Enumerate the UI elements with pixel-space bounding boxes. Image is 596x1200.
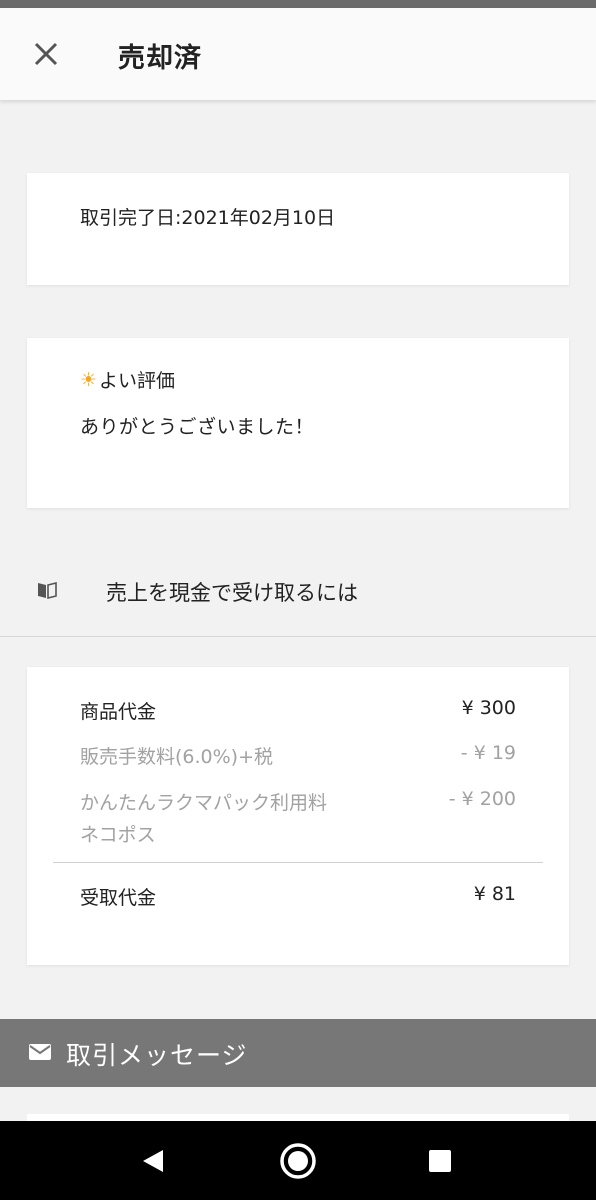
nav-home-button[interactable] (276, 1139, 320, 1183)
home-circle-icon (280, 1143, 316, 1179)
sun-icon: ☀ (80, 368, 98, 391)
mail-icon (29, 1044, 51, 1060)
divider (53, 862, 543, 863)
review-rating-label: よい評価 (99, 370, 176, 392)
sales-row-shipping: かんたんラクマパック利用料 - ¥ 200 (80, 788, 516, 815)
messages-title: 取引メッセージ (66, 1041, 248, 1070)
row-label: 販売手数料(6.0%)+税 (80, 746, 274, 768)
back-triangle-icon (143, 1150, 163, 1172)
app-bar: 売却済 (0, 8, 596, 100)
close-button[interactable] (26, 34, 66, 74)
recents-square-icon (429, 1150, 451, 1172)
shipping-method: ネコポス (80, 824, 156, 846)
row-label: 商品代金 (80, 701, 157, 723)
completed-date: 取引完了日:2021年02月10日 (80, 207, 336, 229)
sales-breakdown-card: 商品代金 ¥ 300 販売手数料(6.0%)+税 - ¥ 19 かんたんラクマパ… (27, 667, 569, 965)
row-value: - ¥ 19 (460, 742, 516, 764)
review-card: ☀ よい評価 ありがとうございました！ (27, 338, 569, 508)
system-nav-bar (0, 1121, 596, 1200)
nav-recents-button[interactable] (418, 1139, 462, 1183)
sales-row-item-price: 商品代金 ¥ 300 (80, 697, 516, 724)
transaction-date-card: 取引完了日:2021年02月10日 (27, 173, 569, 285)
status-strip (0, 0, 596, 8)
close-icon (34, 42, 58, 66)
nav-back-button[interactable] (131, 1139, 175, 1183)
book-icon (38, 581, 57, 600)
sales-row-fee: 販売手数料(6.0%)+税 - ¥ 19 (80, 742, 516, 769)
cash-withdraw-link[interactable]: 売上を現金で受け取るには (0, 545, 596, 637)
cash-withdraw-label: 売上を現金で受け取るには (106, 581, 358, 605)
row-value: - ¥ 200 (448, 788, 516, 810)
row-value: ¥ 81 (473, 883, 516, 905)
review-message: ありがとうございました！ (80, 416, 315, 438)
messages-section-header: 取引メッセージ (0, 1019, 596, 1087)
sales-row-total: 受取代金 ¥ 81 (80, 883, 516, 910)
review-rating: ☀ よい評価 (80, 366, 175, 393)
row-value: ¥ 300 (461, 697, 516, 719)
row-label: 受取代金 (80, 887, 157, 909)
row-label: かんたんラクマパック利用料 (80, 792, 328, 814)
page-title: 売却済 (118, 43, 202, 74)
